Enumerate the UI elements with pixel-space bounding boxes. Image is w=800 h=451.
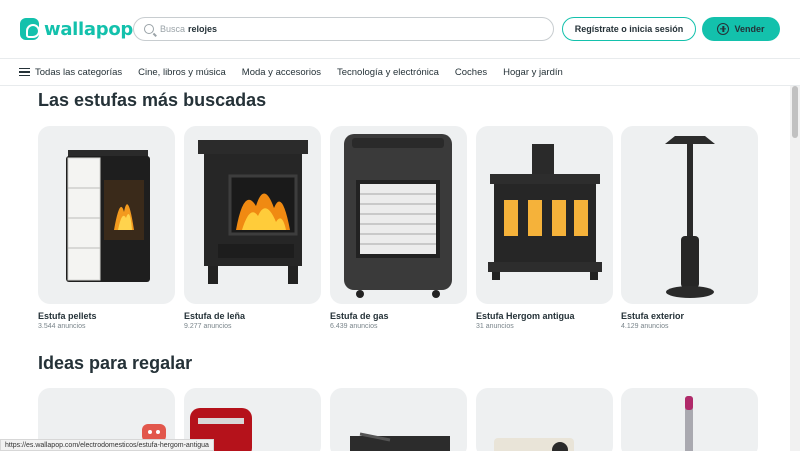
category-item-hogar[interactable]: Hogar y jardín [503,67,563,78]
card-count: 3.544 anuncios [38,323,86,330]
card-count: 4.129 anuncios [621,323,669,330]
search-icon [144,24,154,34]
status-bar-url: https://es.wallapop.com/electrodomestico… [0,439,214,451]
section-title-regalar: Ideas para regalar [38,353,193,373]
logo-icon [20,18,40,40]
category-card[interactable]: Estufa de leña 9.277 anuncios [184,126,321,330]
card-count: 6.439 anuncios [330,323,378,330]
login-register-button[interactable]: Regístrate o inicia sesión [562,17,696,41]
card-count: 31 anuncios [476,323,514,330]
camera-image [476,388,613,451]
category-item-tecnologia[interactable]: Tecnología y electrónica [337,67,439,78]
section-title-estufas: Las estufas más buscadas [38,90,267,110]
hamburger-menu-icon[interactable] [19,67,30,77]
search-suggested-term: relojes [188,24,218,34]
page-scrollbar[interactable] [790,86,800,451]
gift-card[interactable] [476,388,613,451]
pellet-stove-image [38,126,175,304]
gift-card[interactable] [330,388,467,451]
hair-styler-image [621,388,758,451]
sell-button-label: Vender [734,24,765,34]
category-card[interactable]: Estufa exterior 4.129 anuncios [621,126,758,330]
category-item-cine[interactable]: Cine, libros y música [138,67,226,78]
antique-stove-image [476,126,613,304]
category-nav: Todas las categorías Cine, libros y músi… [0,58,800,86]
category-card[interactable]: Estufa pellets 3.544 anuncios [38,126,175,330]
scrollbar-thumb[interactable] [792,86,798,138]
card-title: Estufa Hergom antigua [476,311,575,321]
card-title: Estufa de leña [184,311,246,321]
logo-text: wallapop [44,18,133,40]
plus-circle-icon [717,23,730,35]
search-placeholder: Busca [160,24,186,34]
search-input[interactable]: Busca relojes [133,17,554,41]
turntable-image [330,388,467,451]
gas-heater-image [330,126,467,304]
category-item-coches[interactable]: Coches [455,67,487,78]
category-all[interactable]: Todas las categorías [35,67,122,78]
card-title: Estufa pellets [38,311,97,321]
category-card[interactable]: Estufa Hergom antigua 31 anuncios [476,126,613,330]
wood-stove-image [184,126,321,304]
patio-heater-image [621,126,758,304]
sell-button[interactable]: Vender [702,17,780,41]
category-item-moda[interactable]: Moda y accesorios [242,67,321,78]
category-card[interactable]: Estufa de gas 6.439 anuncios [330,126,467,330]
card-title: Estufa de gas [330,311,389,321]
wallapop-logo[interactable]: wallapop [20,18,133,40]
gift-card[interactable] [621,388,758,451]
card-title: Estufa exterior [621,311,685,321]
card-count: 9.277 anuncios [184,323,232,330]
